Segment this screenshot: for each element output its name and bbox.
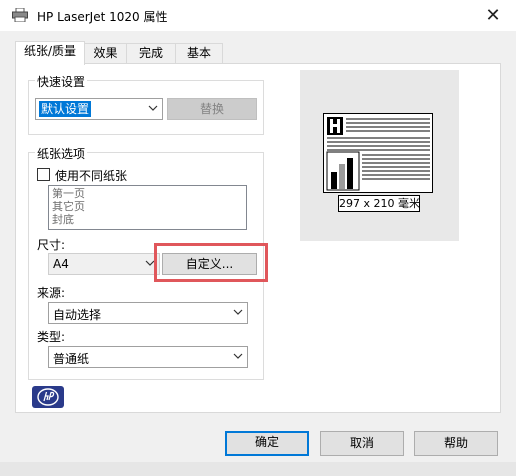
list-item: 封底 [52,213,74,226]
source-value: 自动选择 [53,308,102,322]
paper-list[interactable]: 第一页 其它页 封底 [48,185,247,230]
paper-preview-image [323,113,433,193]
close-icon: ✕ [485,5,501,26]
tab-effects[interactable]: 效果 [84,43,127,64]
replace-button[interactable]: 替换 [167,98,257,120]
size-select[interactable]: A4 [48,253,160,275]
size-label: 尺寸: [37,238,66,252]
hp-logo [32,386,64,408]
background-window-edge [0,462,516,476]
help-button[interactable]: 帮助 [414,431,498,456]
type-select[interactable]: 普通纸 [48,346,248,368]
title-bar: HP LaserJet 1020 属性 ✕ [0,0,516,31]
hp-logo-icon [37,388,59,406]
chevron-down-icon [233,353,243,359]
page-preview: 297 x 210 毫米 [300,70,459,241]
printer-properties-window: HP LaserJet 1020 属性 ✕ 纸张/质量 效果 完成 基本 快速设… [0,0,516,476]
list-item: 其它页 [52,200,85,213]
use-different-paper-label: 使用不同纸张 [55,169,128,183]
quick-settings-label: 快速设置 [35,73,88,90]
cancel-button[interactable]: 取消 [320,431,404,456]
type-label: 类型: [37,330,66,344]
paper-size-text: 297 x 210 毫米 [338,195,420,212]
printer-icon [12,8,28,22]
tab-finishing[interactable]: 完成 [126,43,176,64]
tab-basics[interactable]: 基本 [175,43,223,64]
type-value: 普通纸 [53,352,90,366]
close-button[interactable]: ✕ [470,0,516,31]
tab-paper-quality[interactable]: 纸张/质量 [15,41,85,65]
source-select[interactable]: 自动选择 [48,302,248,324]
source-label: 来源: [37,286,66,300]
chevron-down-icon [148,105,158,111]
paper-options-label: 纸张选项 [35,145,88,162]
document-preview-icon [326,117,430,191]
list-item: 第一页 [52,187,85,200]
use-different-paper-checkbox[interactable] [37,168,50,181]
size-value: A4 [53,257,69,271]
quick-settings-select[interactable]: 默认设置 [35,98,163,120]
ok-button[interactable]: 确定 [225,431,309,456]
highlight-box [154,243,268,282]
chevron-down-icon [233,309,243,315]
quick-settings-value: 默认设置 [39,101,92,117]
window-title: HP LaserJet 1020 属性 [37,10,168,24]
